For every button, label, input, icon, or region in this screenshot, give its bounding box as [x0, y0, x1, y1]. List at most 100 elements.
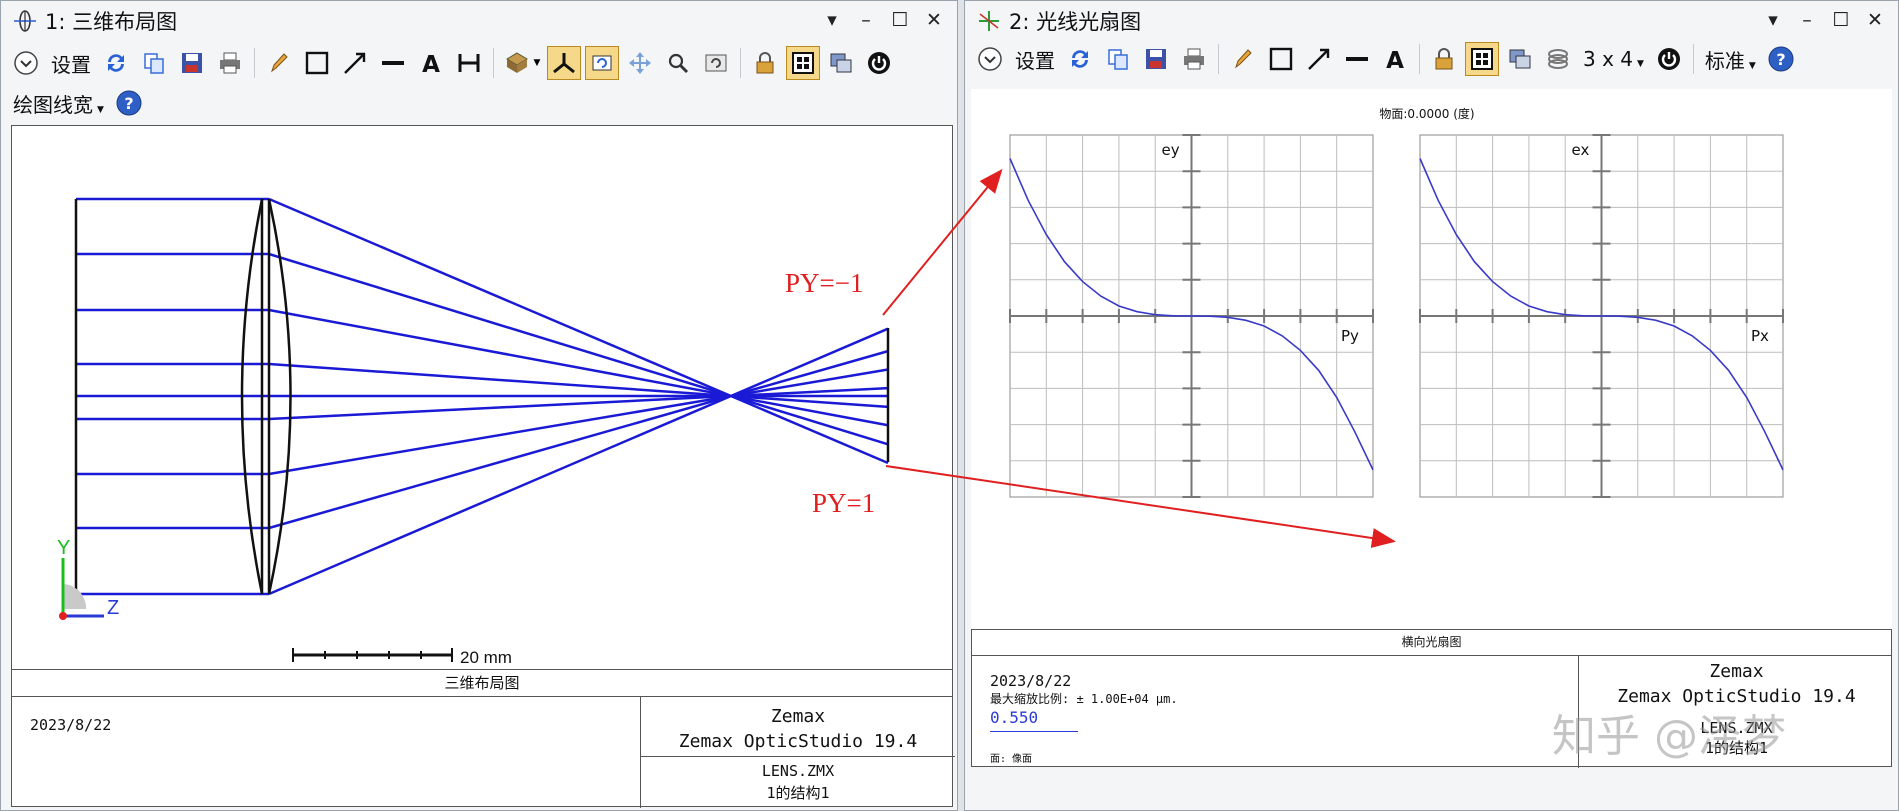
dimension-icon[interactable]	[452, 46, 486, 80]
rayfan-toolbar: 设置 A 3 x 4 ▼ 标准 ▼ ?	[973, 39, 1798, 79]
ray-bundle	[76, 197, 889, 596]
maximize-icon[interactable]: ☐	[1828, 7, 1854, 33]
close-icon[interactable]: ✕	[921, 7, 947, 33]
rotate-view-icon[interactable]	[585, 46, 619, 80]
plot-title: 物面:0.0000 (度)	[1379, 106, 1474, 121]
rayfan-window: 2: 光线光扇图 ▾ – ☐ ✕ 设置 A 3 x 4 ▼ 标准 ▼ ? 物面:…	[964, 0, 1899, 811]
rayfan-plots: 物面:0.0000 (度) ey Py ex Px	[1009, 106, 1784, 498]
zoom-icon[interactable]	[661, 46, 695, 80]
text-icon[interactable]: A	[1378, 42, 1412, 76]
pencil-icon[interactable]	[1226, 42, 1260, 76]
text-icon[interactable]: A	[414, 46, 448, 80]
rayfan-date: 2023/8/22	[990, 672, 1072, 690]
help-icon[interactable]: ?	[1764, 42, 1798, 76]
layout-toolbar-row2: 绘图线宽 ▼ ?	[9, 83, 146, 123]
y-axis-label: ex	[1572, 141, 1590, 159]
refresh-icon[interactable]	[1063, 42, 1097, 76]
window-menu-icon[interactable]: ▾	[819, 7, 845, 33]
rayfan-window-icon	[979, 11, 999, 31]
toolbar-separator	[254, 48, 255, 78]
layout-canvas[interactable]: Y Z 20 mm	[11, 125, 953, 670]
copy-icon[interactable]	[137, 46, 171, 80]
rayfan-max-scale: 最大缩放比例: ± 1.00E+04 µm.	[990, 692, 1178, 706]
rectangle-icon[interactable]	[300, 46, 334, 80]
line-icon[interactable]	[1340, 42, 1374, 76]
layout-grid-label: 3 x 4	[1583, 47, 1633, 71]
line-icon[interactable]	[376, 46, 410, 80]
print-icon[interactable]	[213, 46, 247, 80]
standard-dropdown[interactable]: 标准 ▼	[1701, 45, 1760, 74]
layout-titlebar[interactable]: 1: 三维布局图 ▾ – ☐ ✕	[1, 1, 957, 39]
z-axis-label: Z	[107, 597, 119, 619]
power-icon[interactable]	[1652, 42, 1686, 76]
rayfan-surface: 面: 像面	[990, 754, 1033, 765]
view-orientation-icon[interactable]: ▼	[501, 46, 543, 80]
rayfan-wavelength: 0.550	[990, 708, 1078, 732]
axis-origin	[59, 612, 67, 620]
save-icon[interactable]	[175, 46, 209, 80]
ex-px-plot: ex Px	[1419, 134, 1784, 498]
layers-icon[interactable]	[1541, 42, 1575, 76]
print-icon[interactable]	[1177, 42, 1211, 76]
ray-segment	[268, 252, 889, 446]
settings-chevron-icon[interactable]	[9, 46, 43, 80]
layout-company-block: Zemax Zemax OpticStudio 19.4	[640, 696, 955, 757]
refresh-icon[interactable]	[99, 46, 133, 80]
auto-apply-icon[interactable]	[786, 46, 820, 80]
reset-view-icon[interactable]	[699, 46, 733, 80]
save-icon[interactable]	[1139, 42, 1173, 76]
toolbar-separator	[493, 48, 494, 78]
rayfan-titlebar[interactable]: 2: 光线光扇图 ▾ – ☐ ✕	[965, 1, 1898, 39]
lock-icon[interactable]	[748, 46, 782, 80]
line-width-label: 绘图线宽	[13, 92, 93, 117]
toolbar-separator	[1419, 44, 1420, 74]
layout-drawing: Y Z 20 mm	[57, 197, 890, 667]
x-axis-label: Px	[1751, 327, 1769, 345]
rayfan-window-title: 2: 光线光扇图	[1009, 10, 1142, 34]
arrow-icon[interactable]	[1302, 42, 1336, 76]
axis-triad-shade	[63, 584, 87, 609]
arrow-icon[interactable]	[338, 46, 372, 80]
settings-button[interactable]: 设置	[47, 49, 95, 78]
window-menu-icon[interactable]: ▾	[1760, 7, 1786, 33]
help-icon[interactable]: ?	[112, 86, 146, 120]
rayfan-info-panel: 横向光扇图 2023/8/22 最大缩放比例: ± 1.00E+04 µm. 0…	[971, 629, 1892, 768]
layout-config: 1的结构1	[766, 784, 830, 802]
minimize-icon[interactable]: –	[1794, 7, 1820, 33]
layout-toolbar-row1: 设置 A ▼	[9, 43, 896, 83]
window-layout-icon[interactable]	[1503, 42, 1537, 76]
rectangle-icon[interactable]	[1264, 42, 1298, 76]
minimize-icon[interactable]: –	[853, 7, 879, 33]
toolbar-separator	[1692, 44, 1694, 74]
layout-file-block: LENS.ZMX 1的结构1	[640, 756, 955, 808]
window-layout-icon[interactable]	[824, 46, 858, 80]
pencil-icon[interactable]	[262, 46, 296, 80]
line-width-dropdown[interactable]: 绘图线宽 ▼	[9, 89, 108, 118]
layout-window: 1: 三维布局图 ▾ – ☐ ✕ 设置 A ▼ 绘图线宽 ▼ ? Y Z 20 …	[0, 0, 958, 811]
lock-icon[interactable]	[1427, 42, 1461, 76]
layout-window-icon	[14, 10, 36, 32]
maximize-icon[interactable]: ☐	[887, 7, 913, 33]
layout-grid-dropdown[interactable]: 3 x 4 ▼	[1579, 47, 1648, 71]
rayfan-canvas[interactable]: 物面:0.0000 (度) ey Py ex Px	[971, 89, 1892, 629]
x-axis-label: Py	[1341, 327, 1359, 345]
toolbar-separator	[740, 48, 741, 78]
pan-icon[interactable]	[623, 46, 657, 80]
close-icon[interactable]: ✕	[1862, 7, 1888, 33]
ray-segment	[268, 349, 889, 530]
power-icon[interactable]	[862, 46, 896, 80]
copy-icon[interactable]	[1101, 42, 1135, 76]
scale-bar: 20 mm	[292, 648, 512, 667]
auto-apply-icon[interactable]	[1465, 42, 1499, 76]
layout-date: 2023/8/22	[30, 716, 112, 734]
layout-caption: 三维布局图	[12, 670, 952, 697]
layout-company: Zemax	[770, 706, 826, 727]
axis-view-icon[interactable]	[547, 46, 581, 80]
watermark: 知乎 @泽梦	[1552, 711, 1786, 762]
settings-button[interactable]: 设置	[1011, 45, 1059, 74]
svg-text:A: A	[1386, 48, 1404, 72]
svg-text:?: ?	[1776, 50, 1785, 69]
settings-chevron-icon[interactable]	[973, 42, 1007, 76]
axis-triad: Y Z	[57, 537, 119, 620]
svg-text:A: A	[422, 52, 440, 76]
